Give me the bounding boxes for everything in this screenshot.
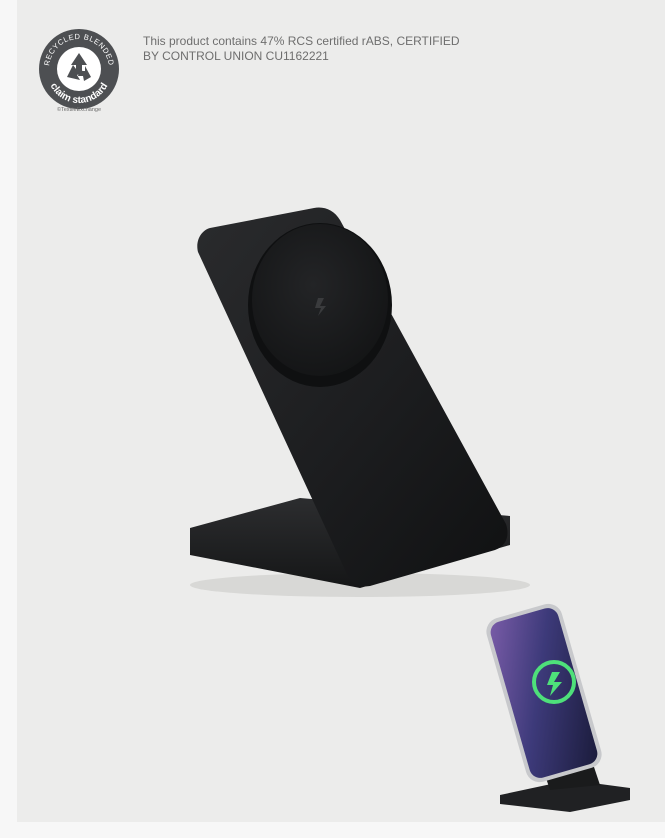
product-sheet: RECYCLED BLENDED claim standard ©Textile… — [0, 0, 665, 838]
bottom-margin-bar — [0, 822, 665, 838]
wireless-charging-stand-icon — [190, 207, 530, 597]
badge-footer-text: ©TextileExchange — [57, 106, 101, 113]
certification-line-1: This product contains 47% RCS certified … — [143, 34, 460, 48]
phone-on-charger-icon — [486, 603, 630, 812]
certification-line-2: BY CONTROL UNION CU1162221 — [143, 49, 329, 63]
certification-text: This product contains 47% RCS certified … — [143, 34, 563, 64]
left-margin-bar — [0, 0, 17, 838]
rcs-badge-icon: RECYCLED BLENDED claim standard ©Textile… — [39, 29, 119, 113]
